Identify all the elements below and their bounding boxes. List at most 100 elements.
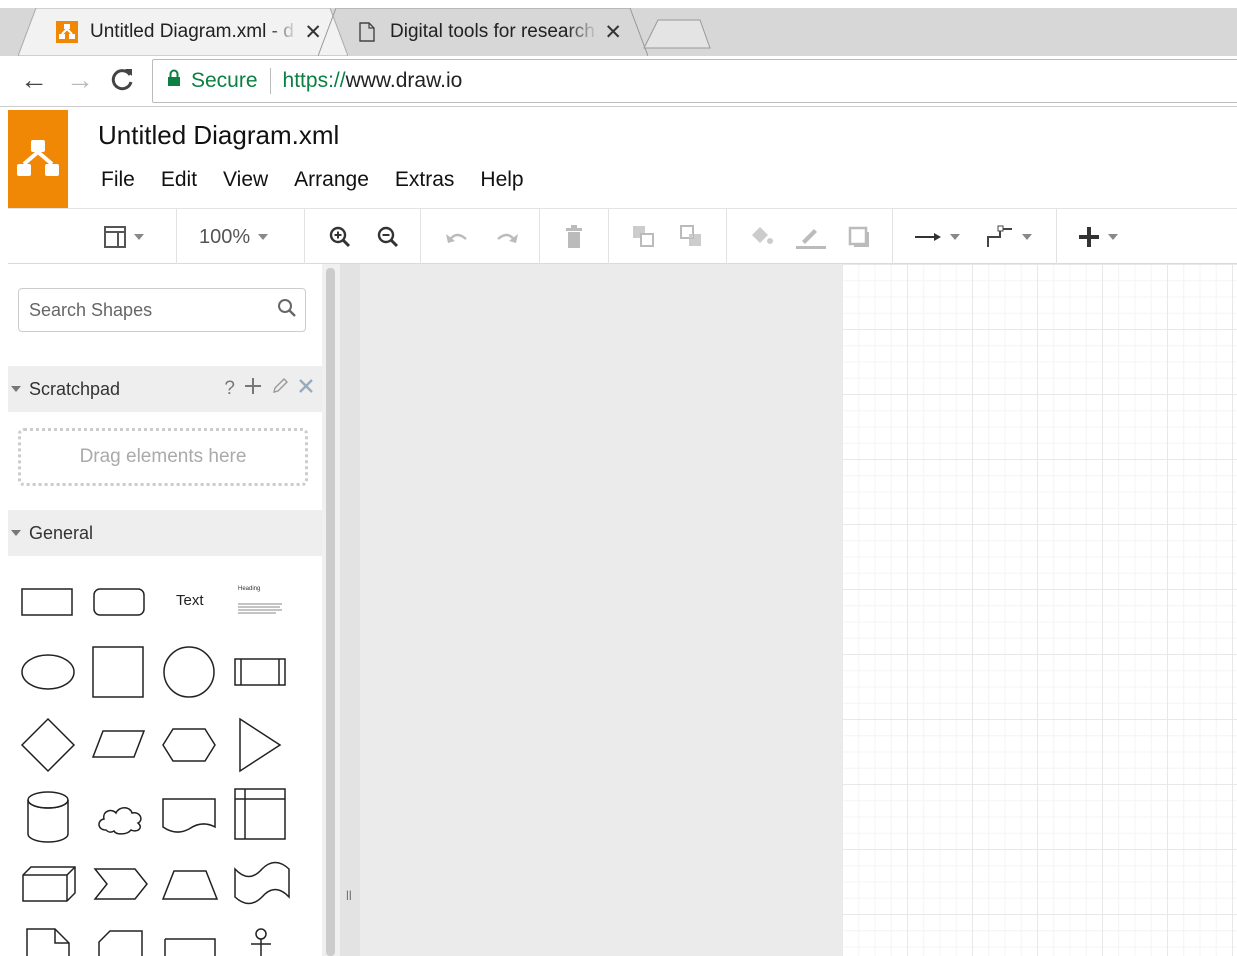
line-color-icon[interactable] xyxy=(794,223,826,251)
document-icon xyxy=(356,21,378,43)
waypoint-style-button[interactable] xyxy=(986,223,1032,251)
chevron-down-icon xyxy=(134,234,144,240)
note-shape[interactable] xyxy=(24,926,74,956)
close-icon[interactable] xyxy=(298,378,314,400)
layout-panel-icon xyxy=(104,226,126,248)
rounded-rectangle-shape[interactable] xyxy=(92,586,148,620)
tab-digital-tools[interactable]: Digital tools for research ✕ xyxy=(318,8,648,56)
shadow-icon[interactable] xyxy=(848,223,872,251)
forward-arrow-icon[interactable]: → xyxy=(66,66,94,94)
url-text: https://www.draw.io xyxy=(283,69,463,93)
zoom-in-icon[interactable] xyxy=(328,223,352,251)
scratchpad-label: Scratchpad xyxy=(29,378,121,399)
reload-icon[interactable] xyxy=(108,66,136,99)
format-panel-button[interactable] xyxy=(104,223,144,251)
editor-toolbar: 100% xyxy=(8,208,1237,265)
toolbar-divider xyxy=(420,209,421,265)
menu-file[interactable]: File xyxy=(88,164,148,196)
plus-icon xyxy=(1079,227,1099,247)
step-shape[interactable] xyxy=(92,866,150,902)
drawio-logo-icon xyxy=(17,140,59,176)
cube-shape[interactable] xyxy=(20,864,78,904)
hexagon-shape[interactable] xyxy=(160,726,218,764)
expand-triangle-icon xyxy=(11,530,21,536)
undo-icon[interactable] xyxy=(444,223,470,251)
fill-color-icon[interactable] xyxy=(748,223,774,251)
add-icon[interactable] xyxy=(244,377,262,401)
secure-indicator[interactable]: Secure xyxy=(153,69,258,93)
menu-help[interactable]: Help xyxy=(467,164,536,196)
close-tab-icon[interactable]: ✕ xyxy=(604,20,622,45)
triangle-shape[interactable] xyxy=(236,716,284,774)
toolbar-divider xyxy=(892,209,893,265)
document-title[interactable]: Untitled Diagram.xml xyxy=(98,120,339,151)
callout-shape[interactable] xyxy=(162,936,220,956)
diagram-page-grid[interactable] xyxy=(842,264,1237,956)
omnibox-divider xyxy=(269,68,271,94)
text-shape[interactable]: Text xyxy=(176,592,204,609)
trapezoid-shape[interactable] xyxy=(160,868,220,902)
textbox-lines-icon xyxy=(238,603,282,614)
delete-icon[interactable] xyxy=(564,223,584,251)
textbox-shape[interactable]: Heading xyxy=(236,586,284,620)
insert-button[interactable] xyxy=(1078,223,1118,251)
address-bar[interactable]: Secure https://www.draw.io xyxy=(152,59,1237,103)
help-icon[interactable]: ? xyxy=(224,378,235,400)
ellipse-shape[interactable] xyxy=(18,648,78,696)
cloud-shape[interactable] xyxy=(94,802,148,836)
to-back-icon[interactable] xyxy=(680,223,704,251)
circle-shape[interactable] xyxy=(160,644,218,700)
scratchpad-tools: ? xyxy=(215,377,314,401)
process-shape[interactable] xyxy=(232,656,290,690)
chevron-down-icon xyxy=(1108,234,1118,240)
drawio-logo[interactable] xyxy=(8,110,68,208)
secure-label: Secure xyxy=(191,69,258,92)
menu-arrange[interactable]: Arrange xyxy=(281,164,382,196)
zoom-dropdown[interactable]: 100% xyxy=(199,223,269,251)
square-shape[interactable] xyxy=(90,644,148,700)
internal-storage-shape[interactable] xyxy=(232,786,290,842)
menu-view[interactable]: View xyxy=(210,164,281,196)
drawio-logo-icon xyxy=(56,21,78,43)
connection-style-button[interactable] xyxy=(914,223,960,251)
lock-icon xyxy=(167,69,181,93)
shapes-sidebar: Search Shapes Scratchpad ? Drag elements… xyxy=(8,264,322,956)
document-shape[interactable] xyxy=(160,796,220,836)
redo-icon[interactable] xyxy=(494,223,520,251)
tab-untitled-diagram[interactable]: Untitled Diagram.xml - d ✕ xyxy=(18,8,348,56)
edit-pencil-icon[interactable] xyxy=(271,377,289,401)
chevron-down-icon xyxy=(950,234,960,240)
toolbar-divider xyxy=(608,209,609,265)
sidebar-splitter[interactable] xyxy=(340,264,360,956)
new-tab-button[interactable] xyxy=(636,8,716,56)
back-arrow-icon[interactable]: ← xyxy=(20,66,48,94)
expand-triangle-icon xyxy=(11,386,21,392)
scratchpad-header[interactable]: Scratchpad ? xyxy=(8,366,322,412)
splitter-grip-icon[interactable]: ll xyxy=(346,888,352,903)
zoom-out-icon[interactable] xyxy=(376,223,400,251)
scratchpad-dropzone[interactable]: Drag elements here xyxy=(18,428,308,486)
rectangle-shape[interactable] xyxy=(20,586,76,620)
url-host: www.draw.io xyxy=(345,69,463,92)
browser-tabstrip: Untitled Diagram.xml - d ✕ Digital tools… xyxy=(0,0,1237,56)
arrow-right-icon xyxy=(915,233,941,241)
card-shape[interactable] xyxy=(96,928,146,956)
menu-edit[interactable]: Edit xyxy=(148,164,210,196)
toolbar-divider xyxy=(1056,209,1057,265)
parallelogram-shape[interactable] xyxy=(90,728,148,762)
actor-shape[interactable] xyxy=(248,926,274,956)
general-label: General xyxy=(29,522,94,543)
general-header[interactable]: General xyxy=(8,510,322,556)
sidebar-scrollbar-thumb[interactable] xyxy=(326,268,335,956)
tape-shape[interactable] xyxy=(232,860,292,906)
search-shapes-input[interactable]: Search Shapes xyxy=(18,288,306,332)
search-placeholder: Search Shapes xyxy=(29,299,153,320)
search-icon[interactable] xyxy=(277,298,297,323)
url-scheme: https:// xyxy=(282,69,346,92)
menu-extras[interactable]: Extras xyxy=(382,164,468,196)
to-front-icon[interactable] xyxy=(632,223,656,251)
diamond-shape[interactable] xyxy=(18,716,78,774)
chevron-down-icon xyxy=(1022,234,1032,240)
cylinder-shape[interactable] xyxy=(24,788,72,846)
tab-title: Untitled Diagram.xml - d xyxy=(90,21,294,42)
